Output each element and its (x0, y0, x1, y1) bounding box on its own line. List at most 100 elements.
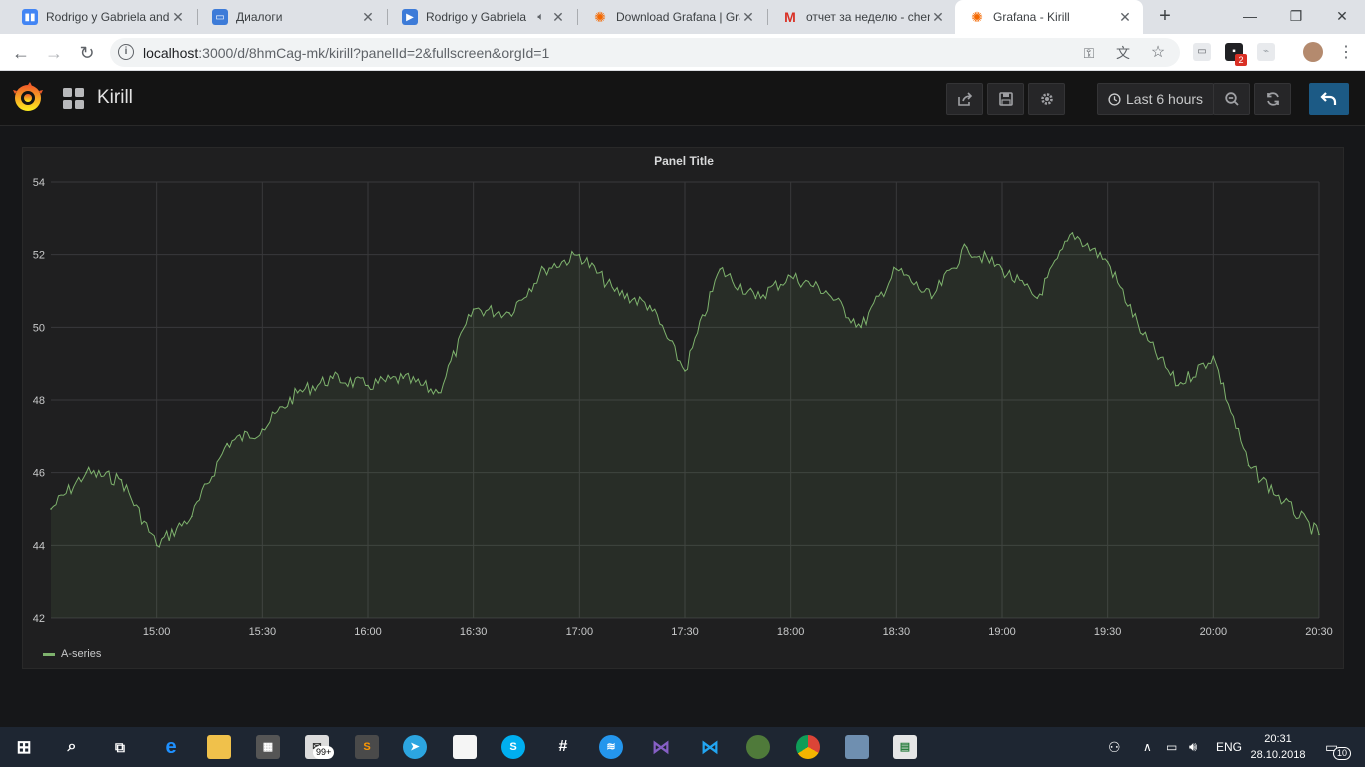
reload-button[interactable]: ↻ (74, 40, 100, 66)
vscode-icon[interactable]: ⋈ (698, 735, 722, 759)
volume-icon[interactable]: 🔊︎ (1189, 727, 1197, 767)
tab-title: Download Grafana | Gra (616, 10, 740, 24)
time-range-picker[interactable]: Last 6 hours (1097, 83, 1215, 115)
data-point (1001, 268, 1003, 270)
data-point (296, 391, 299, 394)
telegram-icon[interactable]: ➤ (403, 735, 427, 759)
task-view-icon[interactable]: ⧉ (108, 735, 132, 759)
grafana-logo-icon[interactable] (12, 82, 44, 114)
address-bar[interactable]: i localhost:3000/d/8hmCag-mk/kirill?pane… (110, 38, 1180, 67)
search-icon[interactable]: ⌕ (60, 735, 84, 759)
dashboard-grid-icon[interactable] (63, 88, 85, 110)
clock[interactable]: 20:31 28.10.2018 (1250, 731, 1306, 763)
graph-chart[interactable]: 42 44 46 48 50 52 54 15:00 15:30 16:00 16:30 17:00 1… (23, 148, 1343, 638)
new-tab-button[interactable]: + (1153, 4, 1177, 28)
windows-taskbar: ⊞ ⌕ ⧉ e ▦ ✉ 99+ S ➤ S # ≋ ⋈ ⋈ ▤ ⚇ ∧ ▭ 🔊︎… (0, 727, 1365, 767)
video-icon: ▮▮ (22, 9, 38, 25)
tab-title: Grafana - Kirill (993, 10, 1070, 24)
tab-music-video[interactable]: ▮▮ Rodrigo y Gabriela and ✕ (8, 0, 196, 34)
chrome-icon[interactable] (796, 735, 820, 759)
y-tick-label: 52 (33, 250, 45, 262)
data-point (85, 471, 88, 474)
edge-icon[interactable]: e (159, 735, 183, 759)
forward-button[interactable]: → (41, 40, 67, 66)
share-button[interactable] (946, 83, 983, 115)
dashboard-app-icon[interactable]: ▤ (893, 735, 917, 759)
settings-button[interactable] (1028, 83, 1065, 115)
close-icon[interactable]: ✕ (930, 9, 946, 26)
grafana-icon: ✺ (594, 8, 606, 25)
chevron-up-icon[interactable]: ∧ (1143, 727, 1152, 767)
translate-icon[interactable]: 文 (1114, 44, 1132, 62)
close-icon[interactable]: ✕ (170, 9, 186, 26)
close-window-button[interactable]: ✕ (1319, 0, 1365, 34)
windows-icon[interactable]: ⊞ (12, 735, 36, 759)
data-point (930, 297, 933, 300)
sublime-icon[interactable]: S (355, 735, 379, 759)
battery-icon[interactable]: ▭ (1166, 727, 1177, 767)
data-point (578, 253, 581, 256)
refresh-button[interactable] (1254, 83, 1291, 115)
skype-icon[interactable]: S (501, 735, 525, 759)
data-point (508, 312, 510, 314)
url-text[interactable]: localhost:3000/d/8hmCag-mk/kirill?panelI… (143, 45, 549, 61)
avatar[interactable] (1303, 42, 1323, 62)
data-point (1247, 464, 1250, 467)
tab-title: Rodrigo y Gabriela and (46, 10, 170, 24)
close-icon[interactable]: ✕ (550, 9, 566, 26)
x-tick-label: 20:00 (1200, 626, 1228, 638)
save-button[interactable] (987, 83, 1024, 115)
visual-studio-icon[interactable]: ⋈ (649, 735, 673, 759)
legend-swatch (43, 652, 55, 656)
data-point (1212, 355, 1215, 358)
key-icon[interactable]: ⚿ (1080, 44, 1098, 62)
slack-icon[interactable]: # (551, 735, 575, 759)
legend-item[interactable]: A-series (43, 648, 101, 660)
data-point (789, 275, 792, 278)
close-icon[interactable]: ✕ (360, 9, 376, 26)
notepad-icon[interactable] (453, 735, 477, 759)
browser-tab-strip: ▮▮ Rodrigo y Gabriela and ✕ ▭ Диалоги ✕ … (0, 0, 1365, 34)
data-point (472, 308, 475, 310)
data-point (613, 290, 616, 292)
tab-gmail-report[interactable]: M отчет за неделю - chen ✕ (768, 0, 956, 34)
browser-toolbar: ← → ↻ i localhost:3000/d/8hmCag-mk/kiril… (0, 34, 1365, 71)
x-tick-label: 17:30 (671, 626, 699, 638)
menu-icon[interactable]: ⋮ (1338, 42, 1354, 62)
star-icon[interactable]: ☆ (1149, 44, 1167, 62)
tab-dialogs[interactable]: ▭ Диалоги ✕ (198, 0, 386, 34)
graph-panel[interactable]: Panel Title 42 44 46 48 50 52 54 15:00 15:30 16:0… (22, 147, 1344, 669)
data-point (860, 326, 862, 329)
zoom-out-button[interactable] (1213, 83, 1250, 115)
exit-fullscreen-button[interactable] (1309, 83, 1349, 115)
data-point (120, 479, 123, 481)
y-tick-label: 48 (33, 395, 45, 407)
monitor-icon[interactable] (845, 735, 869, 759)
tab-music-playing[interactable]: ▶ Rodrigo y Gabriela 🔈︎ ✕ (388, 0, 576, 34)
y-tick-label: 50 (33, 322, 45, 334)
clock-time: 20:31 (1264, 733, 1292, 745)
language-indicator[interactable]: ENG (1216, 727, 1242, 767)
close-icon[interactable]: ✕ (740, 9, 756, 26)
tree-app-icon[interactable] (746, 735, 770, 759)
pdf-extension-icon[interactable]: ⌁ (1257, 43, 1275, 61)
docker-icon[interactable]: ≋ (599, 735, 623, 759)
info-icon[interactable]: i (118, 44, 134, 60)
tab-grafana-kirill[interactable]: ✺ Grafana - Kirill ✕ (955, 0, 1143, 34)
speaker-icon[interactable]: 🔈︎ (537, 11, 544, 24)
minimize-button[interactable]: — (1227, 0, 1273, 34)
data-point (648, 304, 651, 307)
extension-icon[interactable]: ▭ (1193, 43, 1211, 61)
people-icon[interactable]: ⚇ (1108, 727, 1121, 767)
zoom-out-icon (1224, 92, 1239, 106)
dashboard-title[interactable]: Kirill (97, 87, 133, 109)
x-tick-label: 18:30 (883, 626, 911, 638)
maximize-button[interactable]: ❐ (1273, 0, 1319, 34)
store-icon[interactable]: ▦ (256, 735, 280, 759)
tab-download-grafana[interactable]: ✺ Download Grafana | Gra ✕ (578, 0, 766, 34)
grafana-icon: ✺ (971, 8, 983, 25)
close-icon[interactable]: ✕ (1117, 9, 1133, 26)
file-explorer-icon[interactable] (207, 735, 231, 759)
data-point (1071, 232, 1074, 234)
back-button[interactable]: ← (8, 40, 34, 66)
